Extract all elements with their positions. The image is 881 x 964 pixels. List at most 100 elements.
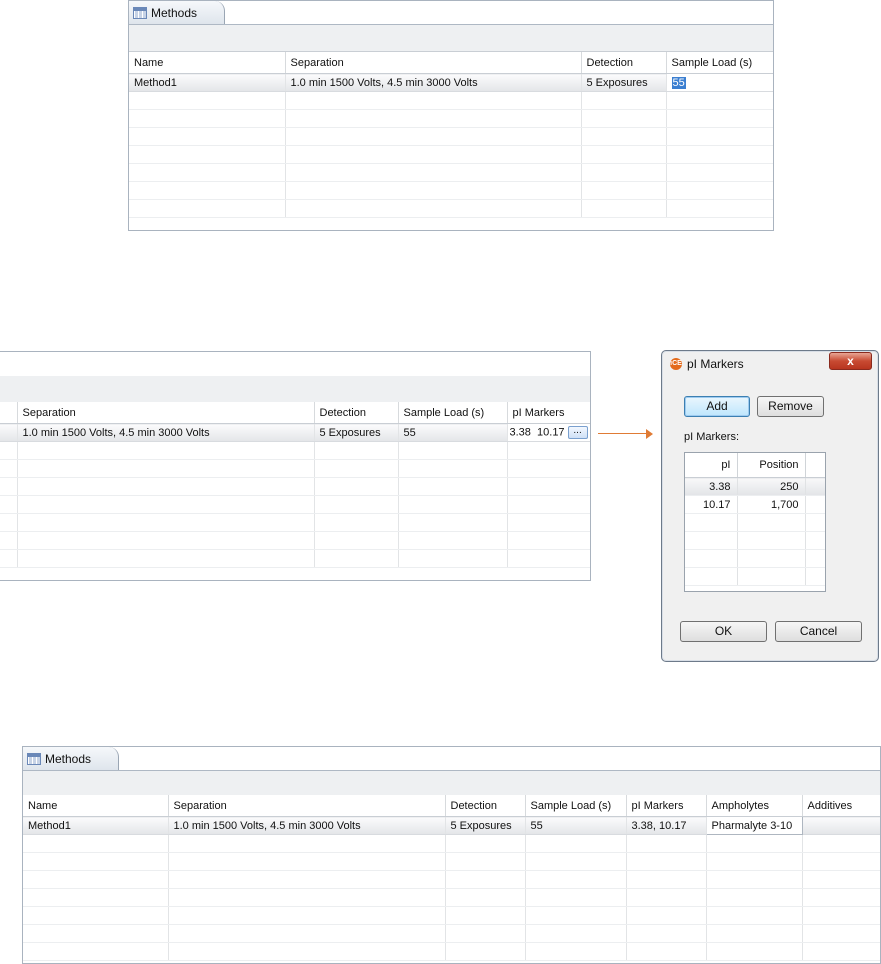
methods-panel-top: Methods Name Separation Detection Sample… (128, 0, 774, 231)
column-header-name[interactable]: Name (129, 52, 286, 74)
cell-detection[interactable]: 5 Exposures (581, 73, 667, 92)
table-row[interactable]: Method1 1.0 min 1500 Volts, 4.5 min 3000… (23, 816, 880, 835)
table-row (0, 459, 590, 478)
cell-pi-markers[interactable]: 3.38, 10.17 (626, 816, 707, 835)
column-header-separation[interactable]: Separation (285, 52, 582, 74)
cell-name[interactable]: Method1 (23, 816, 169, 835)
cell-separation[interactable]: 1.0 min 1500 Volts, 4.5 min 3000 Volts (17, 423, 315, 442)
pi-markers-value: 3.38 10.17 (509, 426, 565, 439)
tab-methods[interactable]: Methods (23, 747, 119, 770)
table-row (685, 513, 825, 532)
table-icon (27, 752, 41, 765)
column-header-detection[interactable]: Detection (314, 402, 399, 424)
table-row (129, 109, 773, 128)
table-row (129, 181, 773, 200)
table-row (23, 924, 880, 943)
remove-button[interactable]: Remove (757, 396, 824, 417)
table-row (0, 513, 590, 532)
cell-pi[interactable]: 3.38 (685, 477, 738, 496)
methods-table: Separation Detection Sample Load (s) pI … (0, 402, 590, 568)
column-header-sample-load[interactable]: Sample Load (s) (525, 795, 627, 817)
pi-markers-label: pI Markers: (684, 431, 740, 443)
cell-position[interactable]: 1,700 (737, 495, 806, 514)
cell-position[interactable]: 250 (737, 477, 806, 496)
column-header-separation[interactable]: Separation (168, 795, 446, 817)
table-row (129, 145, 773, 164)
table-row[interactable]: 10.17 1,700 (685, 495, 825, 514)
tab-label: Methods (151, 5, 198, 20)
sample-load-input[interactable]: 55 (671, 76, 686, 89)
table-row (23, 852, 880, 871)
toolbar (129, 25, 773, 52)
column-header-name[interactable]: Name (23, 795, 169, 817)
ampholytes-dropdown[interactable]: Pharmalyte 3-10 (705, 816, 803, 835)
pi-markers-table: pI Position 3.38 250 10.17 1,700 (684, 452, 826, 592)
table-row (129, 163, 773, 182)
column-header-ampholytes[interactable]: Ampholytes (706, 795, 803, 817)
cell-sample-load-editing[interactable]: 55 (666, 73, 773, 92)
table-row (23, 870, 880, 889)
ok-button[interactable]: OK (680, 621, 767, 642)
dialog-title: pI Markers (687, 357, 744, 371)
cell-separation[interactable]: 1.0 min 1500 Volts, 4.5 min 3000 Volts (285, 73, 582, 92)
toolbar (23, 771, 880, 798)
cell-sample-load[interactable]: 55 (398, 423, 508, 442)
cell-name[interactable]: Method1 (129, 73, 286, 92)
table-row (23, 888, 880, 907)
column-header-pi-markers[interactable]: pI Markers (626, 795, 707, 817)
table-row (685, 531, 825, 550)
table-header: Separation Detection Sample Load (s) pI … (0, 402, 590, 424)
add-button[interactable]: Add (684, 396, 750, 417)
column-header-separation[interactable]: Separation (17, 402, 315, 424)
table-icon (133, 6, 147, 19)
table-row (129, 91, 773, 110)
methods-panel-middle: Separation Detection Sample Load (s) pI … (0, 351, 591, 581)
table-row (0, 549, 590, 568)
column-header-pi-markers[interactable]: pI Markers (507, 402, 590, 424)
cell-sample-load[interactable]: 55 (525, 816, 627, 835)
toolbar (0, 376, 590, 403)
column-header-additives[interactable]: Additives (802, 795, 880, 817)
table-row (0, 477, 590, 496)
cell-separation[interactable]: 1.0 min 1500 Volts, 4.5 min 3000 Volts (168, 816, 446, 835)
table-header: Name Separation Detection Sample Load (s… (23, 795, 880, 817)
table-row (0, 441, 590, 460)
pi-markers-dialog: iCE pI Markers x Add Remove pI Markers: … (661, 350, 879, 662)
table-row (0, 531, 590, 550)
column-header-sample-load[interactable]: Sample Load (s) (666, 52, 773, 74)
table-row (685, 567, 825, 586)
methods-table: Name Separation Detection Sample Load (s… (129, 52, 773, 218)
table-row (23, 834, 880, 853)
table-row (129, 199, 773, 218)
tab-label: Methods (45, 751, 92, 766)
close-button[interactable]: x (829, 352, 872, 370)
table-row[interactable]: 1.0 min 1500 Volts, 4.5 min 3000 Volts 5… (0, 423, 590, 442)
callout-arrow-head (646, 429, 653, 439)
column-header-detection[interactable]: Detection (581, 52, 667, 74)
table-row (0, 495, 590, 514)
cell-pi[interactable]: 10.17 (685, 495, 738, 514)
cell-detection[interactable]: 5 Exposures (445, 816, 526, 835)
table-row (685, 549, 825, 568)
table-row[interactable]: Method1 1.0 min 1500 Volts, 4.5 min 3000… (129, 73, 773, 92)
table-row (23, 942, 880, 961)
table-row (23, 906, 880, 925)
callout-arrow-line (598, 433, 646, 434)
cancel-button[interactable]: Cancel (775, 621, 862, 642)
column-header-pi[interactable]: pI (685, 453, 738, 478)
tab-strip: Methods (23, 747, 880, 771)
cell-additives[interactable] (802, 816, 880, 835)
column-header-sample-load[interactable]: Sample Load (s) (398, 402, 508, 424)
edit-pi-markers-button[interactable]: ... (567, 426, 588, 439)
cell-pi-markers[interactable]: 3.38 10.17... (507, 423, 590, 442)
table-row[interactable]: 3.38 250 (685, 477, 825, 496)
table-header: Name Separation Detection Sample Load (s… (129, 52, 773, 74)
dialog-title-bar: iCE pI Markers (670, 357, 744, 371)
column-header-name[interactable] (0, 402, 18, 424)
column-header-detection[interactable]: Detection (445, 795, 526, 817)
column-header-position[interactable]: Position (737, 453, 806, 478)
tab-strip: Methods (129, 1, 773, 25)
tab-methods[interactable]: Methods (129, 1, 225, 24)
app-icon: iCE (670, 358, 682, 370)
cell-detection[interactable]: 5 Exposures (314, 423, 399, 442)
